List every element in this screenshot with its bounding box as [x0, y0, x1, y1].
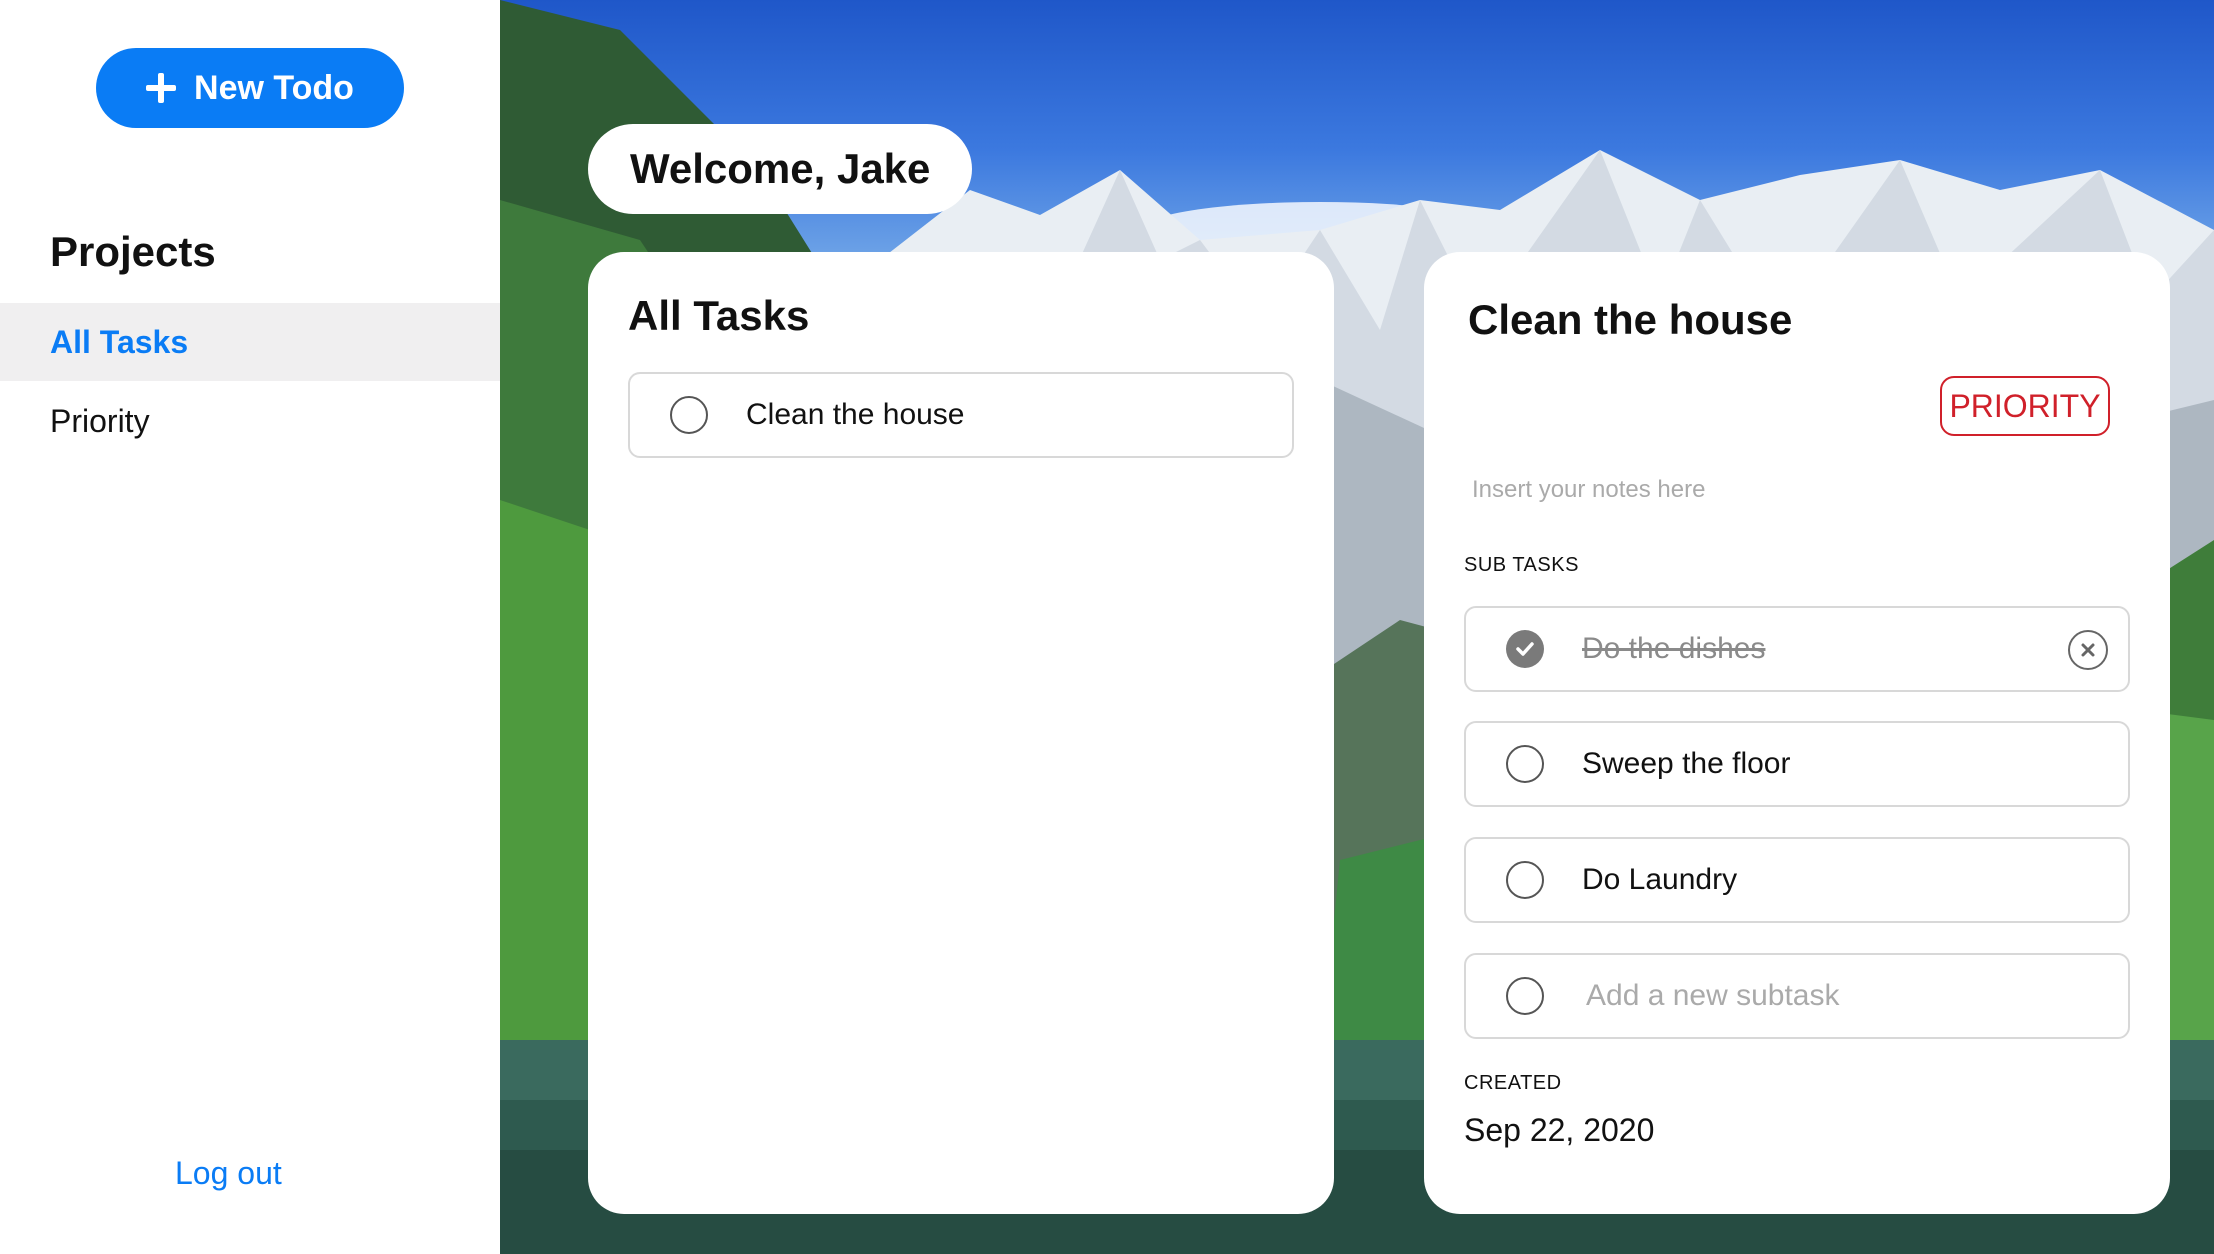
sidebar-item-label: Priority — [50, 402, 150, 439]
subtask-item[interactable]: Do the dishes — [1464, 606, 2130, 692]
sidebar-item-all-tasks[interactable]: All Tasks — [0, 303, 500, 381]
priority-toggle[interactable]: PRIORITY — [1940, 376, 2110, 436]
remove-subtask-icon[interactable] — [2068, 630, 2108, 670]
welcome-banner: Welcome, Jake — [588, 124, 973, 214]
task-detail-title[interactable]: Clean the house — [1468, 296, 1792, 344]
subtask-item[interactable]: Sweep the floor — [1464, 721, 2130, 807]
task-label: Clean the house — [746, 398, 965, 431]
subtask-checkbox[interactable] — [1506, 861, 1544, 899]
created-date: Sep 22, 2020 — [1464, 1112, 1655, 1148]
tasks-panel: All Tasks Clean the house — [588, 252, 1334, 1214]
subtask-label: Do Laundry — [1582, 863, 1738, 896]
new-todo-button[interactable]: New Todo — [96, 48, 404, 128]
subtask-checked-icon[interactable] — [1506, 630, 1544, 668]
subtask-item[interactable]: Do Laundry — [1464, 837, 2130, 923]
subtask-label: Do the dishes — [1582, 632, 1766, 665]
new-todo-label: New Todo — [194, 68, 354, 107]
tasks-panel-title: All Tasks — [628, 292, 810, 339]
sidebar: New Todo Projects All Tasks Priority Log… — [0, 0, 500, 1254]
welcome-text: Welcome, Jake — [630, 145, 931, 192]
new-subtask-row[interactable]: Add a new subtask — [1464, 953, 2130, 1039]
projects-heading: Projects — [50, 228, 216, 275]
plus-icon — [146, 73, 177, 103]
subtask-label: Sweep the floor — [1582, 747, 1791, 780]
logout-link[interactable]: Log out — [175, 1155, 282, 1192]
sidebar-item-label: All Tasks — [50, 323, 189, 360]
task-item[interactable]: Clean the house — [628, 372, 1294, 458]
priority-label: PRIORITY — [1949, 387, 2101, 424]
sidebar-item-priority[interactable]: Priority — [0, 382, 500, 460]
task-detail-panel: Clean the house PRIORITY Insert your not… — [1424, 252, 2170, 1214]
subtask-checkbox[interactable] — [1506, 745, 1544, 783]
task-checkbox[interactable] — [670, 396, 708, 434]
subtasks-heading: SUB TASKS — [1464, 554, 1579, 576]
notes-input[interactable]: Insert your notes here — [1472, 476, 1705, 504]
created-heading: CREATED — [1464, 1072, 1562, 1094]
new-subtask-input[interactable]: Add a new subtask — [1586, 979, 1840, 1013]
new-subtask-checkbox — [1506, 977, 1544, 1015]
